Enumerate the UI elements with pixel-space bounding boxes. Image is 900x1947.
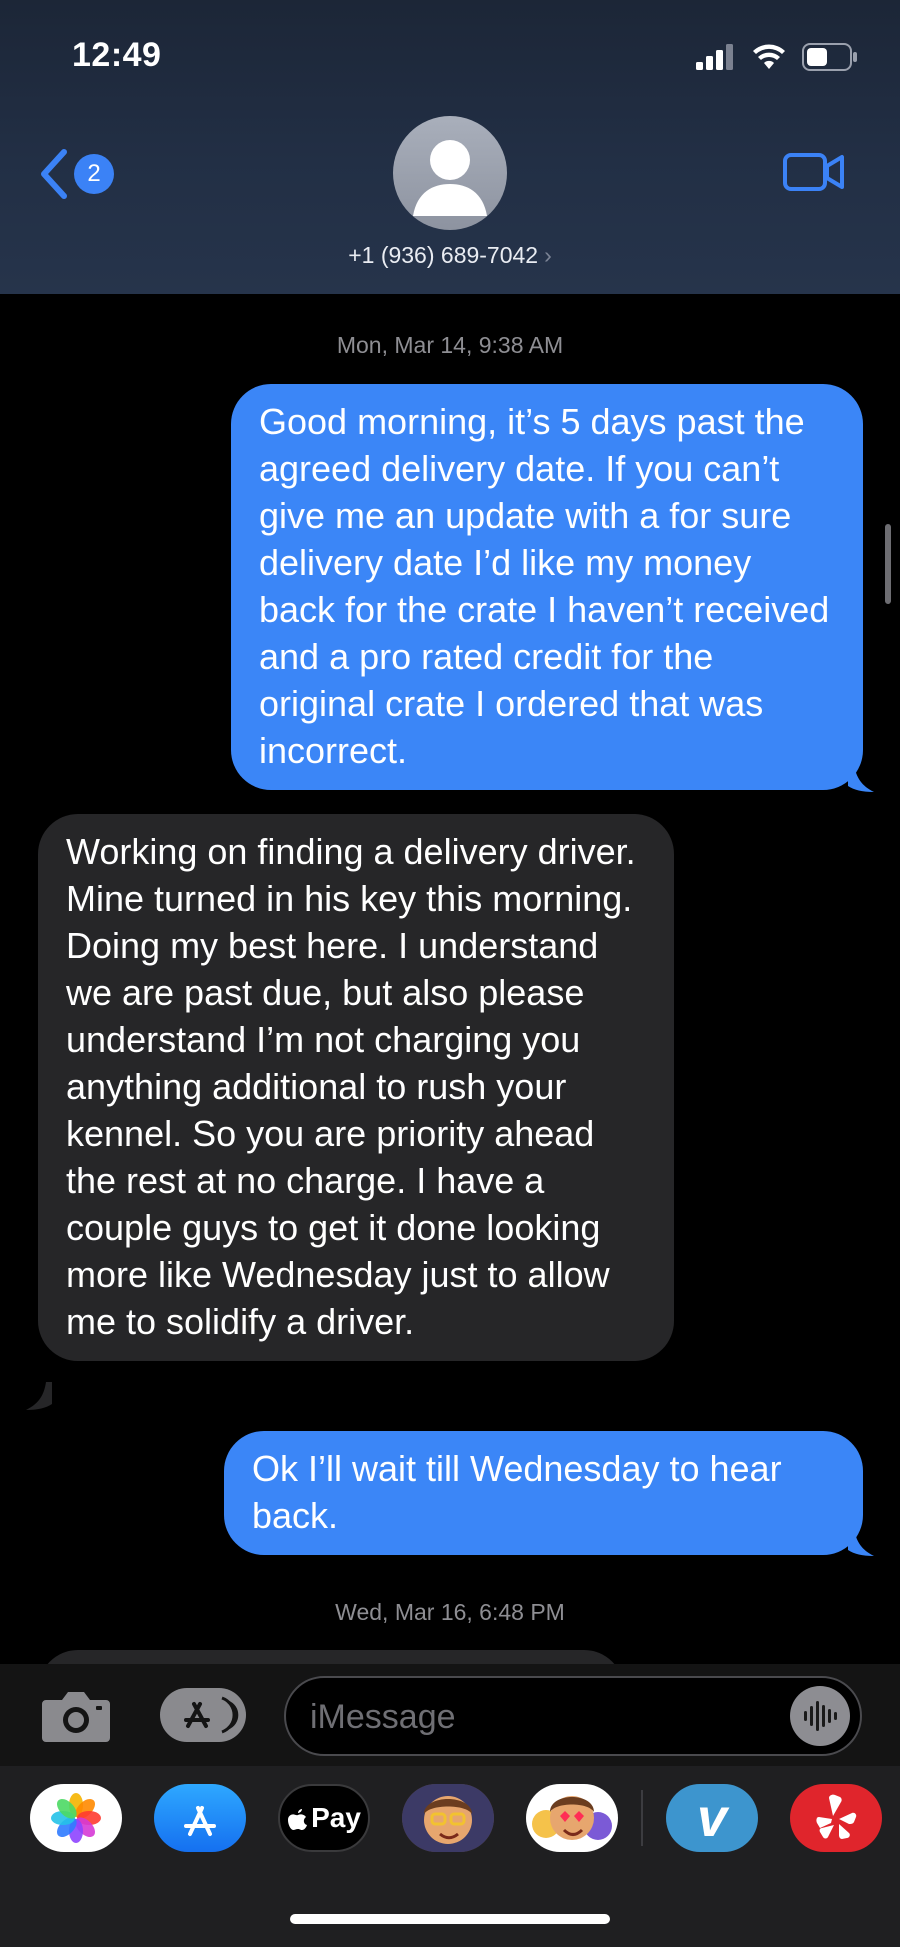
message-bubble-received[interactable]: Working on finding a delivery driver. Mi… xyxy=(38,814,674,1361)
video-camera-icon[interactable] xyxy=(782,150,846,194)
yelp-burst-icon xyxy=(816,1794,857,1839)
unread-count-badge: 2 xyxy=(74,154,114,194)
memoji-stickers-face-icon xyxy=(532,1796,612,1840)
message-input[interactable] xyxy=(310,1692,770,1742)
scroll-indicator[interactable] xyxy=(885,524,891,604)
message-bubble-sent[interactable]: Good morning, it’s 5 days past the agree… xyxy=(231,384,863,790)
camera-icon[interactable] xyxy=(40,1686,112,1744)
person-icon xyxy=(413,140,487,216)
status-icons xyxy=(696,42,858,72)
app-store-icon xyxy=(184,1696,239,1734)
waveform-icon xyxy=(804,1701,837,1731)
apple-pay-label: Pay xyxy=(311,1802,361,1833)
contact-name-button[interactable]: +1 (936) 689-7042 › xyxy=(0,242,900,269)
bubble-tail xyxy=(848,1528,874,1556)
app-drawer-button[interactable] xyxy=(160,1688,246,1742)
apple-pay-icon[interactable]: Pay xyxy=(278,1784,370,1852)
conversation-header: 12:49 2 +1 (936) 689-7042 › xyxy=(0,0,900,294)
memoji-stickers-icon[interactable] xyxy=(526,1784,618,1852)
memoji-icon[interactable] xyxy=(402,1784,494,1852)
cellular-signal-icon xyxy=(696,44,733,70)
status-time: 12:49 xyxy=(72,36,162,74)
app-store-icon[interactable] xyxy=(154,1784,246,1852)
wifi-icon xyxy=(753,44,785,69)
venmo-icon[interactable]: v xyxy=(666,1784,758,1852)
message-bubble-sent[interactable]: Ok I’ll wait till Wednesday to hear back… xyxy=(224,1431,863,1555)
chevron-right-icon: › xyxy=(544,242,552,268)
app-strip-divider xyxy=(641,1790,643,1846)
contact-name: +1 (936) 689-7042 xyxy=(348,242,539,268)
message-input-field[interactable] xyxy=(284,1676,862,1756)
photos-app-icon[interactable] xyxy=(30,1784,122,1852)
photos-flower-icon xyxy=(51,1793,101,1843)
audio-message-button[interactable] xyxy=(790,1686,850,1746)
compose-bar xyxy=(0,1664,900,1766)
app-store-a-icon xyxy=(184,1806,216,1836)
contact-avatar[interactable] xyxy=(393,116,507,230)
apple-logo-icon xyxy=(288,1809,308,1830)
battery-icon xyxy=(802,43,857,71)
back-button[interactable]: 2 xyxy=(36,148,114,200)
venmo-logo-label: v xyxy=(696,1788,728,1848)
home-indicator[interactable] xyxy=(290,1914,610,1924)
memoji-face-icon xyxy=(402,1784,494,1852)
yelp-icon[interactable] xyxy=(790,1784,882,1852)
bubble-tail xyxy=(26,1382,52,1410)
message-timestamp: Wed, Mar 16, 6:48 PM xyxy=(335,1599,565,1625)
chevron-left-icon xyxy=(41,149,67,199)
bubble-tail xyxy=(848,764,874,792)
message-timestamp: Mon, Mar 14, 9:38 AM xyxy=(336,332,564,358)
